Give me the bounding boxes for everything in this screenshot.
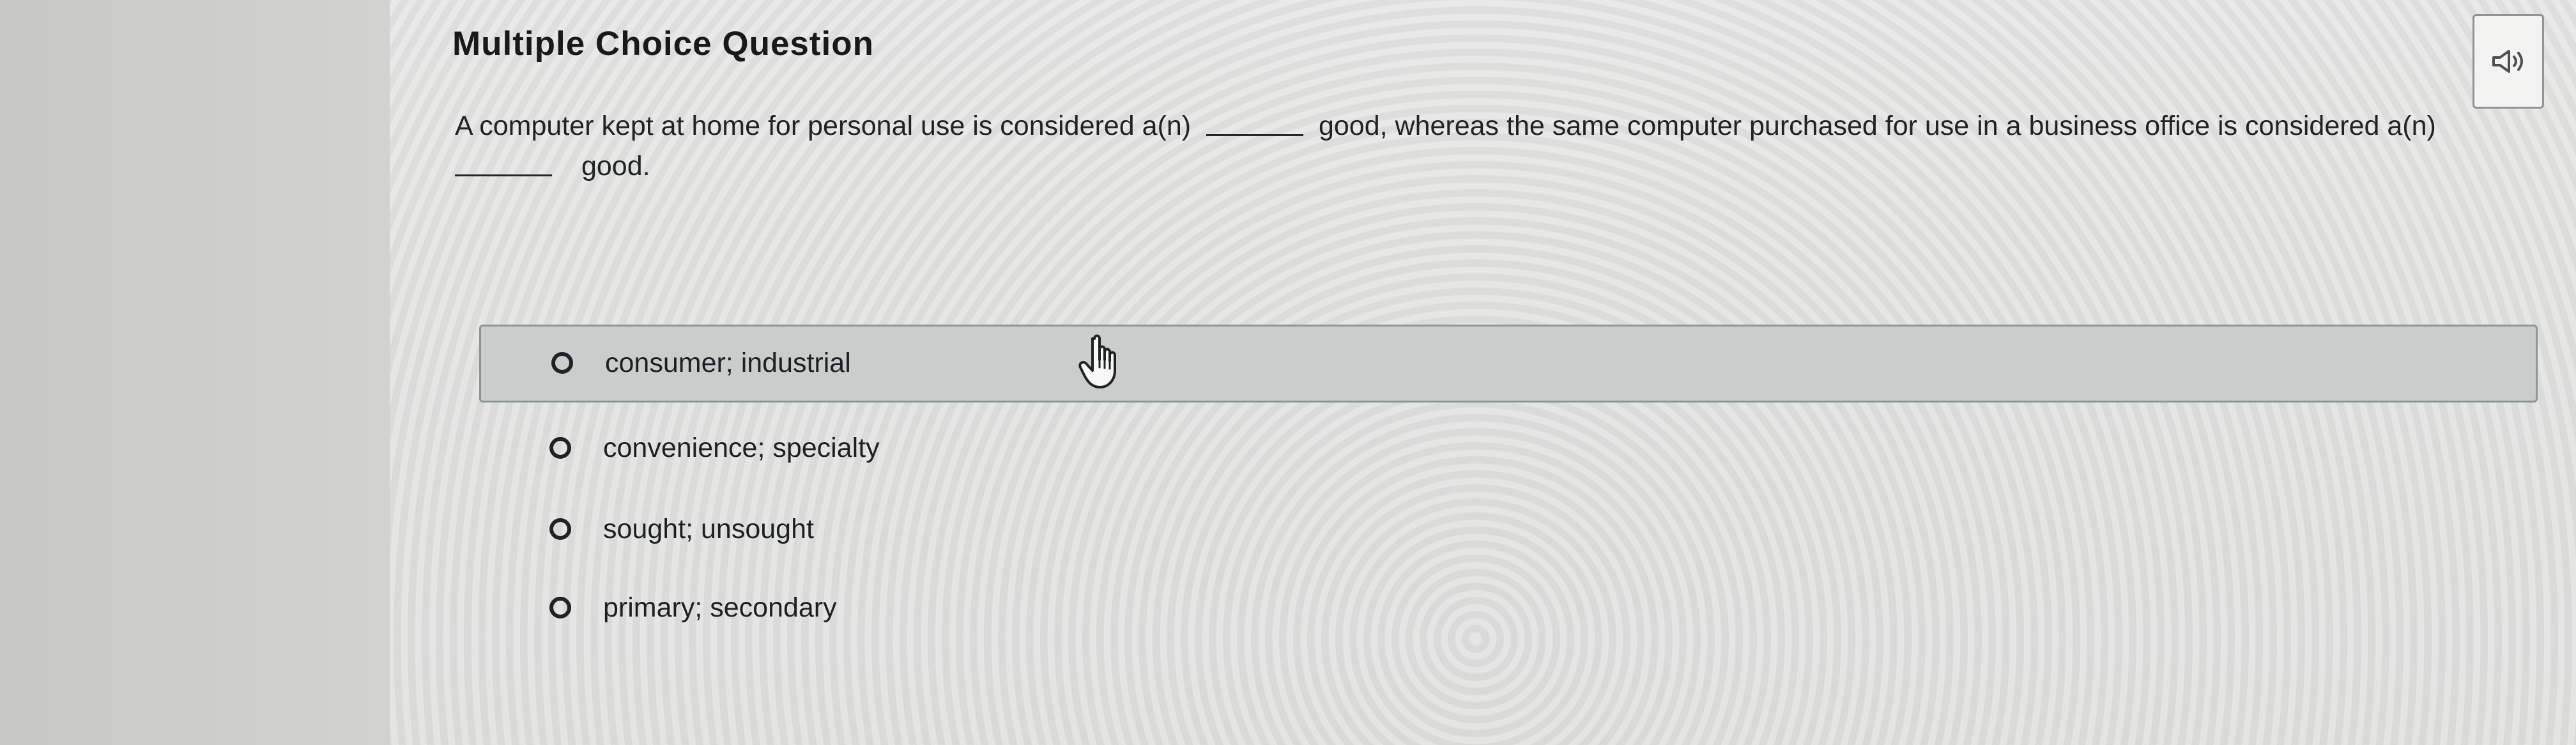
answer-option-convenience-specialty[interactable]: convenience; specialty [479,411,2538,489]
question-text-middle: good, whereas the same computer purchase… [1318,111,2436,141]
radio-icon[interactable] [551,352,573,374]
answer-blank-1 [1206,134,1304,136]
answer-option-consumer-industrial[interactable]: consumer; industrial [479,325,2538,403]
question-title: Multiple Choice Question [452,25,875,63]
answer-label: convenience; specialty [603,433,880,463]
hand-pointer-icon [1078,334,1116,388]
question-text-start: A computer kept at home for personal use… [455,111,1192,141]
question-text-line-2: good. [455,151,650,182]
answer-label: consumer; industrial [605,348,851,378]
question-text-line-1: A computer kept at home for personal use… [455,111,2436,142]
answer-option-primary-secondary[interactable]: primary; secondary [479,571,2538,649]
answer-label: primary; secondary [603,592,837,623]
radio-icon[interactable] [549,518,571,540]
answer-option-sought-unsought[interactable]: sought; unsought [479,493,2538,571]
speaker-icon [2492,50,2523,73]
radio-icon[interactable] [549,437,571,459]
answer-blank-2 [455,174,552,176]
radio-icon[interactable] [549,597,571,618]
left-gutter [0,0,390,745]
answer-label: sought; unsought [603,514,814,544]
question-text-end: good. [581,151,650,181]
read-aloud-button[interactable] [2472,14,2544,109]
